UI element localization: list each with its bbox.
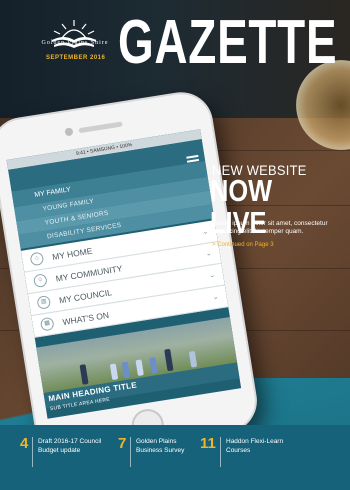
calendar-icon: ▦ — [39, 316, 55, 332]
smartphone-mockup: 9:41 • SAMSUNG • 100% MY FAMILY YOUNG FA… — [0, 89, 260, 461]
person-figure — [149, 357, 158, 374]
home-icon: ⌂ — [29, 251, 45, 267]
divider — [220, 437, 221, 467]
contents-text: Golden Plains Business Survey — [136, 438, 185, 454]
cover-story-body: Lorem ipsum dolor sit amet, consectetur … — [212, 220, 328, 235]
person-figure — [121, 361, 131, 379]
contents-page-number: 4 — [20, 435, 29, 452]
publisher-name: Golden Plains Shire — [41, 40, 109, 46]
community-icon: ☺ — [32, 273, 48, 289]
contents-text: Haddon Flexi-Learn Courses — [226, 438, 284, 454]
contents-item[interactable]: 7 Golden Plains Business Survey — [118, 435, 198, 475]
masthead-title: GAZETTE — [118, 8, 338, 77]
person-figure — [164, 348, 174, 372]
menu-item-label: MY COUNCIL — [58, 287, 113, 306]
speaker-grille — [78, 121, 123, 134]
person-figure — [79, 364, 89, 385]
contents-page-number: 7 — [118, 435, 127, 452]
contents-footer: 4 Draft 2016-17 Council Budget update 7 … — [0, 425, 350, 490]
issue-date: SEPTEMBER 2016 — [46, 55, 106, 61]
divider — [32, 437, 33, 467]
contents-item[interactable]: 4 Draft 2016-17 Council Budget update — [20, 435, 115, 475]
divider — [130, 437, 131, 467]
continued-link[interactable]: > Continued on Page 3 — [212, 242, 274, 248]
person-figure — [188, 350, 198, 368]
golden-plains-shire-logo — [52, 20, 96, 48]
chevron-down-icon: ⌄ — [201, 228, 209, 237]
contents-item[interactable]: 11 Haddon Flexi-Learn Courses — [200, 435, 310, 475]
camera-icon — [64, 127, 74, 137]
contents-page-number: 11 — [200, 435, 216, 452]
chevron-down-icon: ⌄ — [212, 293, 220, 302]
phone-screen: 9:41 • SAMSUNG • 100% MY FAMILY YOUNG FA… — [6, 129, 242, 419]
council-icon: ▥ — [36, 294, 52, 310]
person-figure — [135, 359, 144, 377]
person-figure — [109, 363, 119, 381]
chevron-down-icon: ⌄ — [208, 271, 216, 280]
gazette-cover: Golden Plains Shire SEPTEMBER 2016 GAZET… — [0, 0, 350, 490]
menu-item-label: MY HOME — [51, 245, 94, 262]
menu-item-label: WHAT'S ON — [61, 309, 110, 328]
contents-text: Draft 2016-17 Council Budget update — [38, 438, 102, 454]
